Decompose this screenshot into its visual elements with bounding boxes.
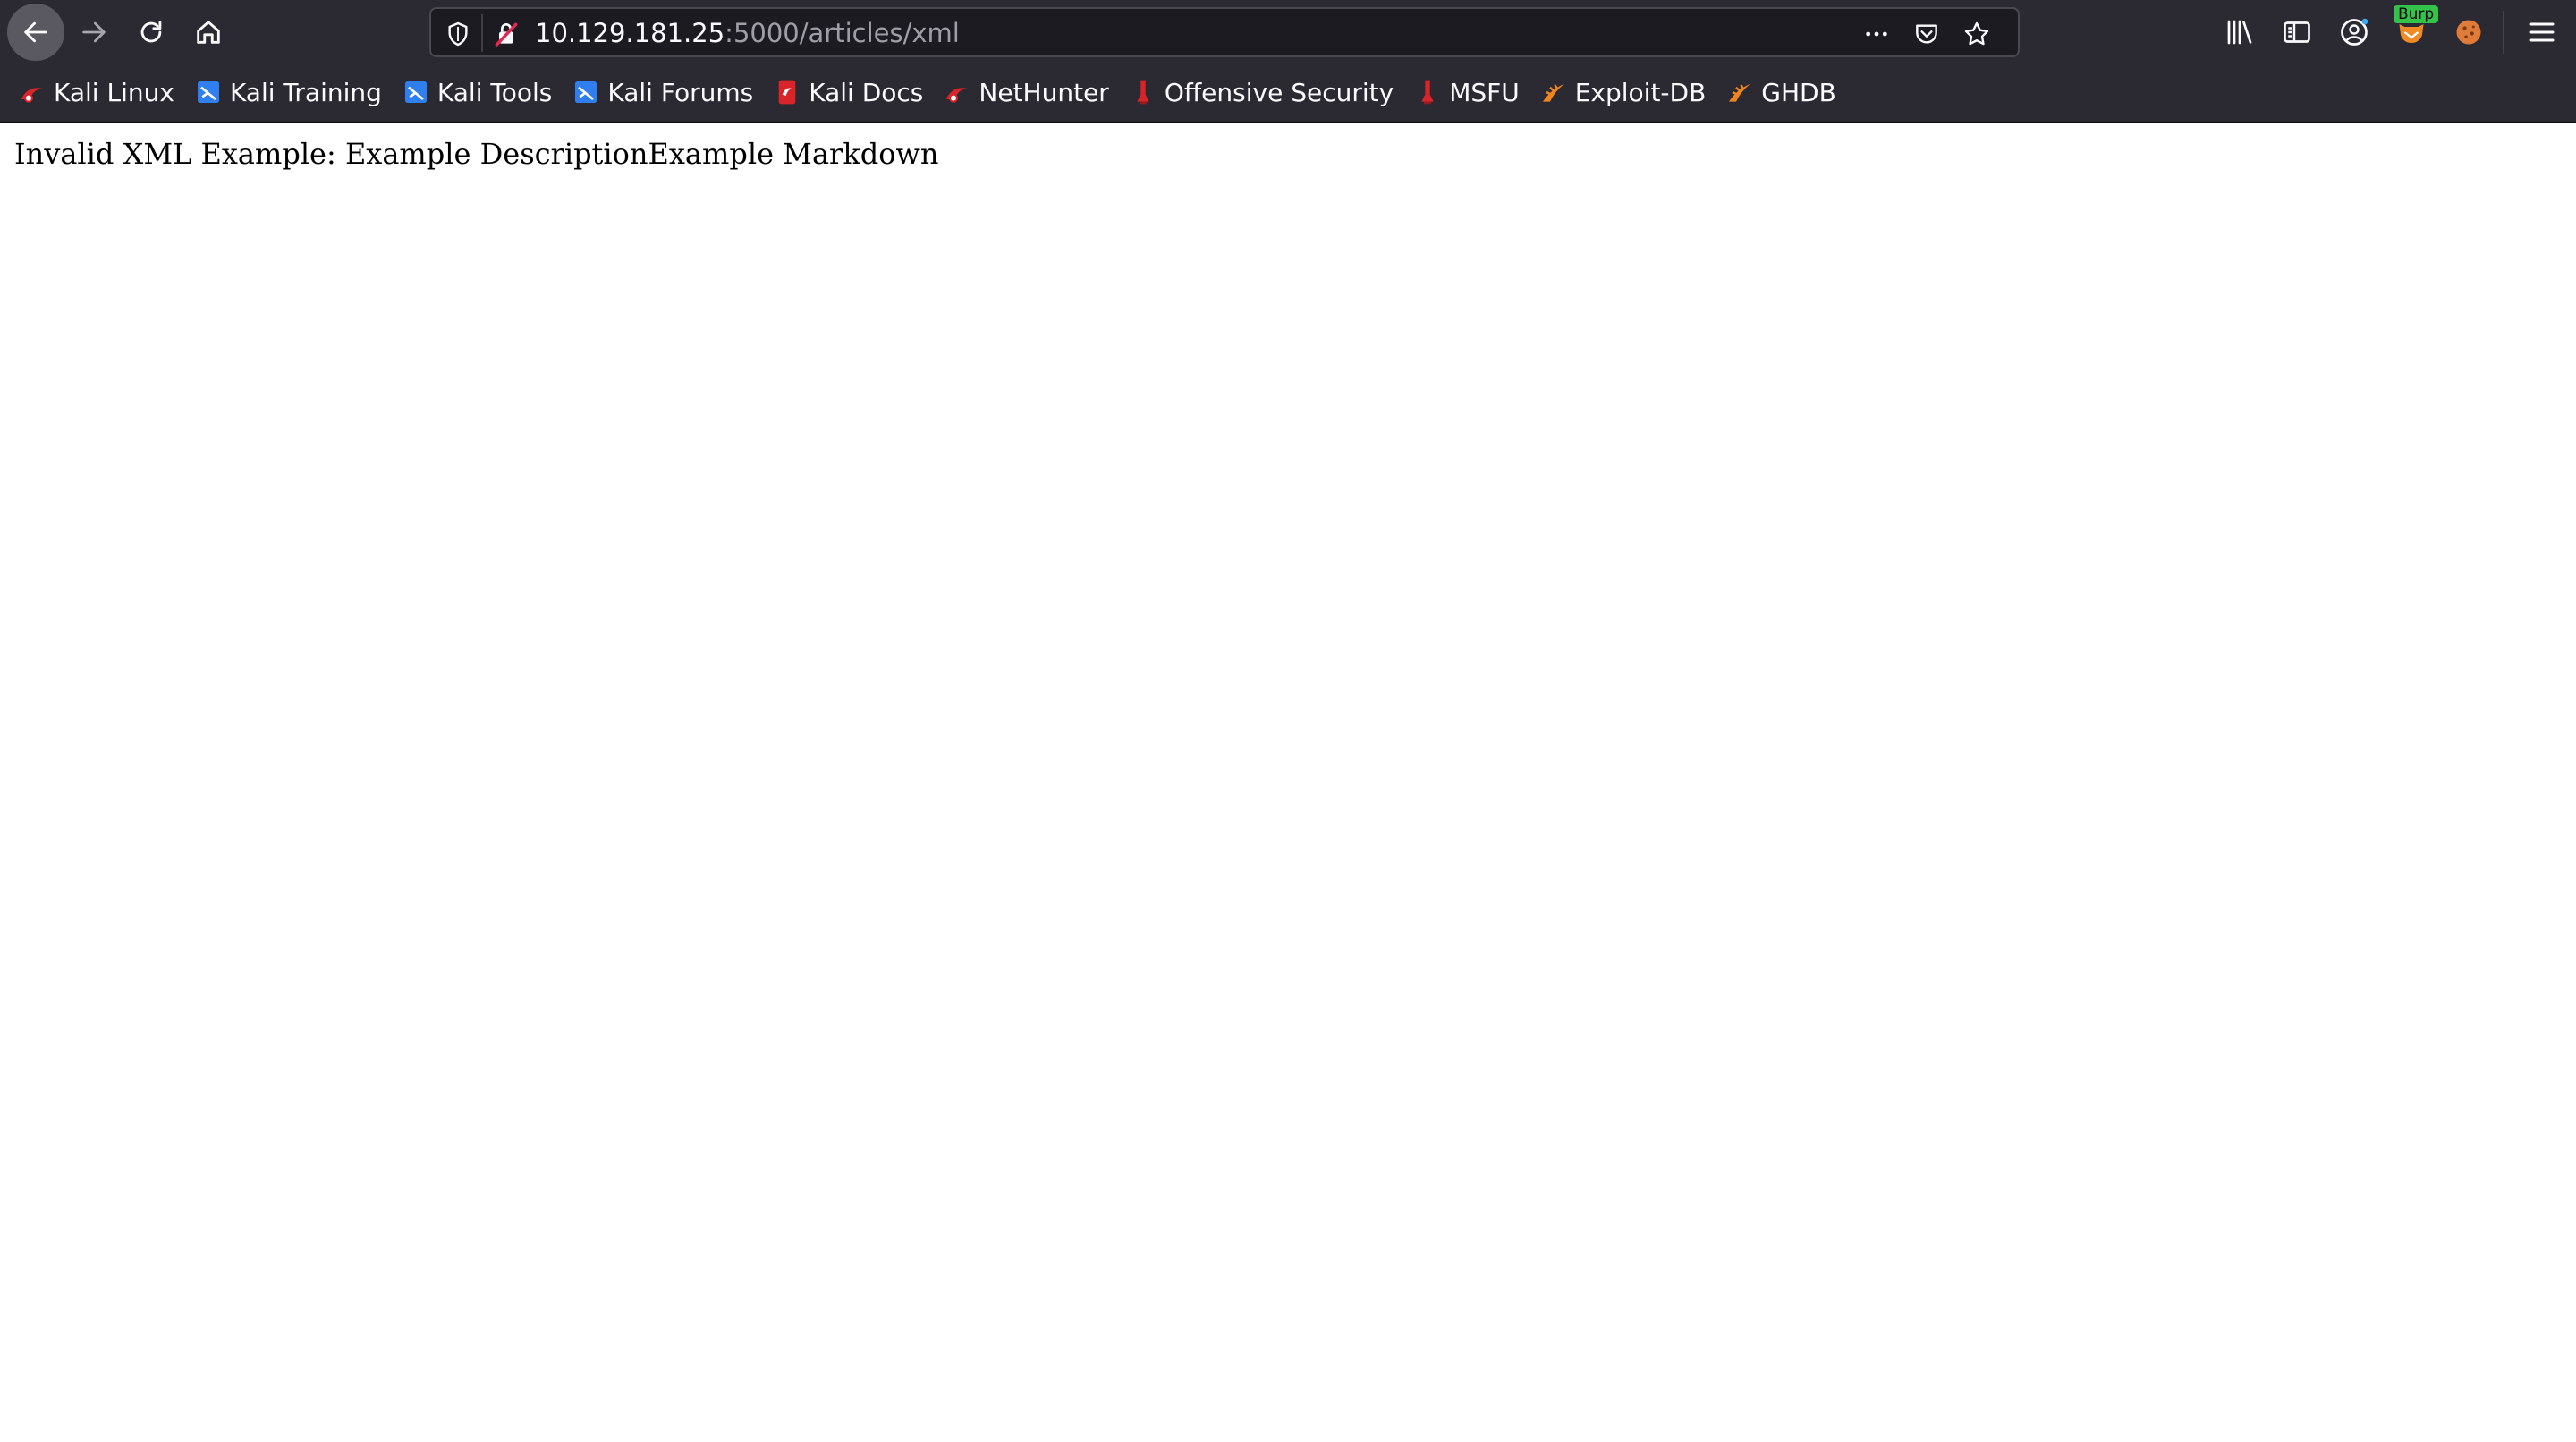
reload-button[interactable] — [123, 7, 179, 57]
bookmark-kali-forums[interactable]: Kali Forums — [572, 71, 753, 114]
exploit-db-icon — [1542, 83, 1564, 102]
arrow-left-icon — [24, 21, 47, 43]
bookmark-label: GHDB — [1761, 77, 1836, 107]
url-bar[interactable]: 10.129.181.25:5000/articles/xml — [429, 7, 2020, 57]
bookmark-exploit-db[interactable]: Exploit-DB — [1539, 71, 1707, 114]
bookmark-kali-tools[interactable]: Kali Tools — [402, 71, 552, 114]
bookmark-msfu[interactable]: MSFU — [1413, 71, 1520, 114]
page-body-text: Invalid XML Example: Example Description… — [14, 137, 939, 171]
bookmark-label: NetHunter — [979, 77, 1109, 107]
bookmark-kali-training[interactable]: Kali Training — [194, 71, 382, 114]
bookmark-kali-linux[interactable]: Kali Linux — [18, 71, 174, 114]
kali-tools-icon — [404, 81, 427, 103]
exploit-db-icon — [1729, 83, 1751, 102]
bookmark-ghdb[interactable]: GHDB — [1725, 71, 1836, 114]
bookmark-label: Exploit-DB — [1574, 77, 1707, 107]
url-host: 10.129.181.25 — [535, 18, 725, 48]
more-horizontal-icon[interactable] — [1862, 20, 1891, 48]
url-path: :5000/articles/xml — [724, 18, 960, 48]
bookmark-label: Kali Forums — [607, 77, 754, 107]
hamburger-menu-icon[interactable] — [2526, 16, 2558, 48]
bookmark-label: MSFU — [1449, 77, 1520, 107]
sidebar-icon[interactable] — [2281, 16, 2313, 48]
burp-badge: Burp — [2394, 5, 2439, 23]
browser-window: 10.129.181.25:5000/articles/xml Burp Kal… — [0, 0, 2576, 1442]
home-button[interactable] — [181, 7, 236, 57]
bookmark-label: Kali Training — [229, 77, 382, 107]
kali-forums-icon — [575, 81, 597, 103]
bookmark-label: Kali Linux — [54, 77, 174, 107]
kali-training-icon — [197, 81, 219, 103]
account-icon[interactable] — [2338, 16, 2370, 48]
url-text[interactable]: 10.129.181.25:5000/articles/xml — [535, 18, 960, 48]
arrow-right-icon — [82, 21, 106, 43]
bookmark-label: Kali Tools — [436, 77, 553, 107]
navigation-toolbar: 10.129.181.25:5000/articles/xml Burp — [0, 0, 2576, 63]
insecure-lock-icon[interactable] — [492, 20, 521, 48]
library-icon[interactable] — [2224, 16, 2256, 48]
url-divider — [481, 14, 483, 52]
pocket-icon[interactable] — [1912, 20, 1941, 48]
back-button[interactable] — [7, 4, 64, 61]
page-content: Invalid XML Example: Example Description… — [0, 123, 2576, 1442]
reload-icon — [140, 21, 162, 43]
bookmark-offensive-security[interactable]: Offensive Security — [1129, 71, 1394, 114]
kali-dragon-icon — [946, 88, 969, 103]
bookmark-label: Offensive Security — [1164, 77, 1394, 107]
cookie-icon[interactable] — [2453, 16, 2485, 48]
home-icon — [197, 21, 220, 44]
kali-docs-icon — [778, 80, 796, 105]
bookmark-nethunter[interactable]: NetHunter — [943, 71, 1109, 114]
offsec-icon — [1137, 80, 1149, 105]
bookmark-kali-docs[interactable]: Kali Docs — [773, 71, 923, 114]
star-icon[interactable] — [1962, 20, 1991, 48]
offsec-icon — [1421, 80, 1434, 105]
shield-icon[interactable] — [444, 20, 472, 48]
kali-dragon-icon — [21, 88, 43, 103]
bookmarks-toolbar: Kali Linux Kali Training Kali Tools Kali… — [0, 63, 2576, 123]
toolbar-separator — [2503, 11, 2504, 54]
forward-button[interactable] — [66, 7, 122, 57]
bookmark-label: Kali Docs — [809, 77, 924, 107]
